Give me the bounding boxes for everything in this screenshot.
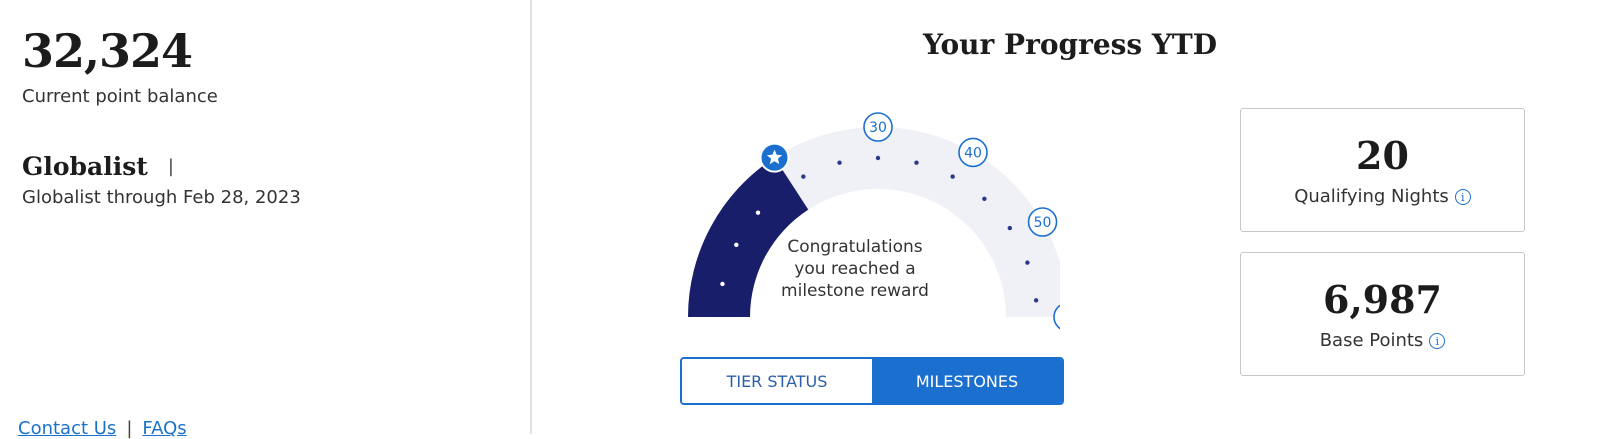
milestone-message: Congratulations you reached a milestone …: [781, 237, 929, 301]
account-summary: 32,324 Current point balance Globalist |…: [0, 0, 530, 439]
qualifying-nights-card: 20 Qualifying Nights i: [1240, 108, 1525, 232]
points-balance: 32,324: [22, 24, 193, 78]
base-points-value: 6,987: [1323, 277, 1442, 322]
base-points-label: Base Points: [1319, 330, 1424, 351]
gauge-dot: [914, 160, 919, 165]
milestone-label: 60: [1059, 310, 1060, 326]
gauge-dot: [1007, 225, 1013, 231]
tier-status-text: Globalist through Feb 28, 2023: [22, 187, 301, 208]
qualifying-nights-value: 20: [1356, 133, 1409, 178]
gauge-dot: [734, 242, 739, 248]
link-separator: |: [126, 418, 133, 439]
gauge-dot: [875, 155, 881, 161]
milestone-label: 30: [869, 120, 887, 136]
gauge-dot: [801, 174, 806, 179]
info-icon[interactable]: i: [1429, 332, 1446, 349]
base-points-label-row: Base Points i: [1241, 330, 1524, 351]
gauge-dot: [982, 196, 987, 202]
tier-name: Globalist: [22, 152, 148, 181]
divider: [530, 0, 532, 434]
gauge-dot: [950, 174, 955, 179]
view-toggle: TIER STATUS MILESTONES: [680, 357, 1064, 405]
tier-status-tab[interactable]: TIER STATUS: [682, 359, 872, 403]
gauge-dot: [1033, 298, 1039, 303]
gauge-dot: [755, 210, 761, 215]
contact-us-link[interactable]: Contact Us: [18, 418, 116, 439]
qualifying-nights-label-row: Qualifying Nights i: [1241, 186, 1524, 207]
footer-links: Contact Us | FAQs: [18, 418, 187, 439]
faqs-link[interactable]: FAQs: [142, 418, 186, 439]
gauge-dot: [837, 160, 842, 165]
milestone-label: 50: [1034, 215, 1052, 231]
gauge-dot: [720, 281, 725, 287]
qualifying-nights-label: Qualifying Nights: [1294, 186, 1449, 207]
gauge-dot: [1025, 260, 1030, 265]
points-balance-label: Current point balance: [22, 86, 218, 107]
info-icon[interactable]: i: [1454, 188, 1471, 205]
tier-separator: |: [167, 156, 174, 177]
milestone-label: 40: [964, 145, 982, 161]
tier-row: Globalist |: [22, 152, 174, 181]
milestones-tab[interactable]: MILESTONES: [872, 359, 1062, 403]
base-points-card: 6,987 Base Points i: [1240, 252, 1525, 376]
progress-title: Your Progress YTD: [922, 28, 1218, 61]
